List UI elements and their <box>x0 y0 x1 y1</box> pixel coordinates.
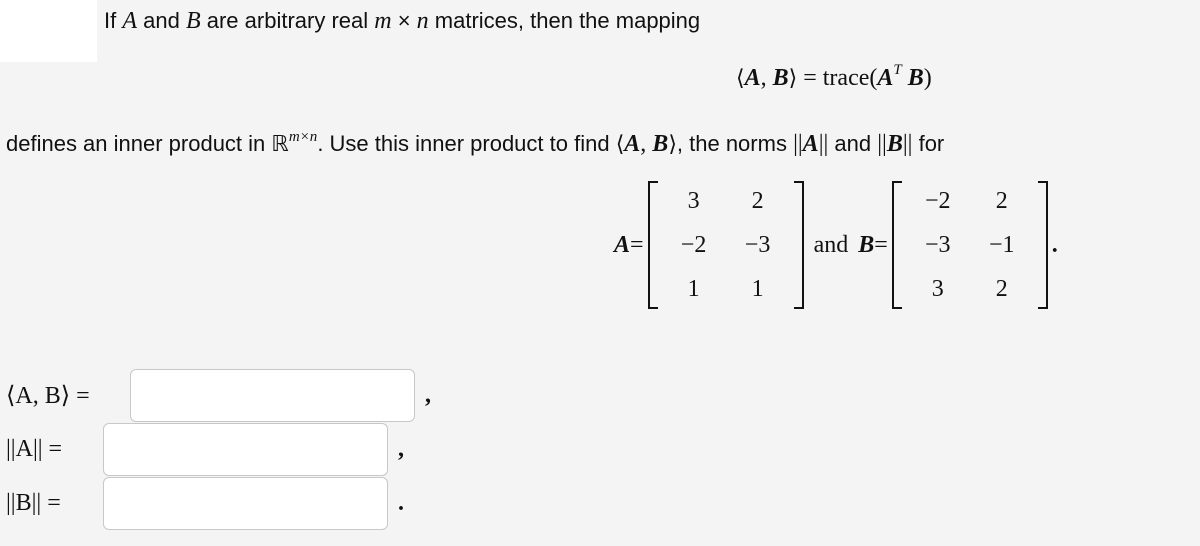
matrix-b: −2 2 −3 −1 3 2 <box>891 179 1048 311</box>
intro-text: If <box>104 8 123 33</box>
norm-a-input[interactable] <box>103 423 388 476</box>
real-numbers-symbol: ℝ <box>271 132 289 157</box>
matrix-b-cell: −1 <box>989 231 1015 258</box>
intro-text: matrices, then the mapping <box>428 8 701 33</box>
var-b: B <box>185 8 201 34</box>
matrix-equations: A = 3 2 −2 −3 1 1 and B = −2 2 −3 −1 3 2… <box>614 179 1058 311</box>
matrix-a-cell: 1 <box>687 275 700 302</box>
intro-sentence: If A and B are arbitrary real m × n matr… <box>104 9 700 33</box>
answer-row-norm-b: ||B|| = . <box>6 477 404 530</box>
task-text: . Use this inner product to find <box>317 131 616 156</box>
inner-product-label: ⟨A, B⟩ = <box>6 383 90 409</box>
period: . <box>1051 231 1058 258</box>
inner-product-input[interactable] <box>130 369 415 422</box>
equals-sign: = <box>874 231 888 258</box>
intro-text: are arbitrary real <box>200 8 375 33</box>
equals-trace: = trace( <box>797 65 878 91</box>
matrix-a-cell: 3 <box>687 187 700 214</box>
matrix-a-cell: −3 <box>744 231 771 258</box>
var-a: A <box>122 8 138 34</box>
intro-text: and <box>137 8 186 33</box>
blank-corner <box>0 0 97 62</box>
matrix-a-cell: 1 <box>751 275 764 302</box>
period: . <box>398 490 404 516</box>
norm-b-label: ||B|| = <box>6 490 61 516</box>
transpose-superscript: T <box>893 62 902 78</box>
answer-row-inner-product: ⟨A, B⟩ = , <box>6 369 431 422</box>
matrix-a-label: A <box>614 231 631 258</box>
var-a: A <box>744 65 761 91</box>
matrix-b-label: B <box>858 231 875 258</box>
and-word: and <box>813 231 849 258</box>
matrix-b-cell: 3 <box>931 275 944 302</box>
matrix-a-cell: −2 <box>680 231 707 258</box>
norm-bars: || <box>877 131 887 157</box>
matrix-a: 3 2 −2 −3 1 1 <box>647 179 804 311</box>
paren-close: ) <box>923 65 932 91</box>
comma: , <box>640 131 653 157</box>
var-a: A <box>624 131 641 157</box>
matrix-b-cell: 2 <box>995 275 1008 302</box>
angle-close: ⟩ <box>788 66 798 91</box>
norm-b-input[interactable] <box>103 477 388 530</box>
task-text: and <box>828 131 878 156</box>
var-n: n <box>416 8 429 34</box>
angle-open: ⟨ <box>736 66 745 91</box>
dimension-superscript: m×n <box>288 129 318 145</box>
var-a: A <box>877 65 894 91</box>
task-sentence: defines an inner product in ℝm×n. Use th… <box>6 129 945 157</box>
times-symbol: × <box>391 8 417 33</box>
angle-close: ⟩ <box>668 132 677 157</box>
matrix-b-cell: 2 <box>995 187 1008 214</box>
norm-a-label: ||A|| = <box>6 436 63 462</box>
norm-bars: || <box>793 131 803 157</box>
task-text: for <box>912 131 945 156</box>
comma: , <box>425 382 431 408</box>
var-b: B <box>652 131 669 157</box>
matrix-a-cell: 2 <box>751 187 764 214</box>
angle-open: ⟨ <box>615 132 625 157</box>
var-b: B <box>772 65 789 91</box>
matrix-b-cell: −3 <box>925 231 951 258</box>
answer-row-norm-a: ||A|| = , <box>6 423 404 476</box>
comma: , <box>760 65 773 91</box>
var-b: B <box>886 131 903 157</box>
var-a: A <box>802 131 819 157</box>
inner-product-definition: ⟨A, B⟩ = trace(AT B) <box>736 63 932 91</box>
var-b: B <box>901 65 924 91</box>
comma: , <box>398 436 404 462</box>
task-text: , the norms <box>676 131 794 156</box>
task-text: defines an inner product in <box>6 131 272 156</box>
equals-sign: = <box>630 231 644 258</box>
matrix-b-cell: −2 <box>925 187 951 214</box>
var-m: m <box>374 8 392 34</box>
norm-bars: || <box>818 131 829 157</box>
